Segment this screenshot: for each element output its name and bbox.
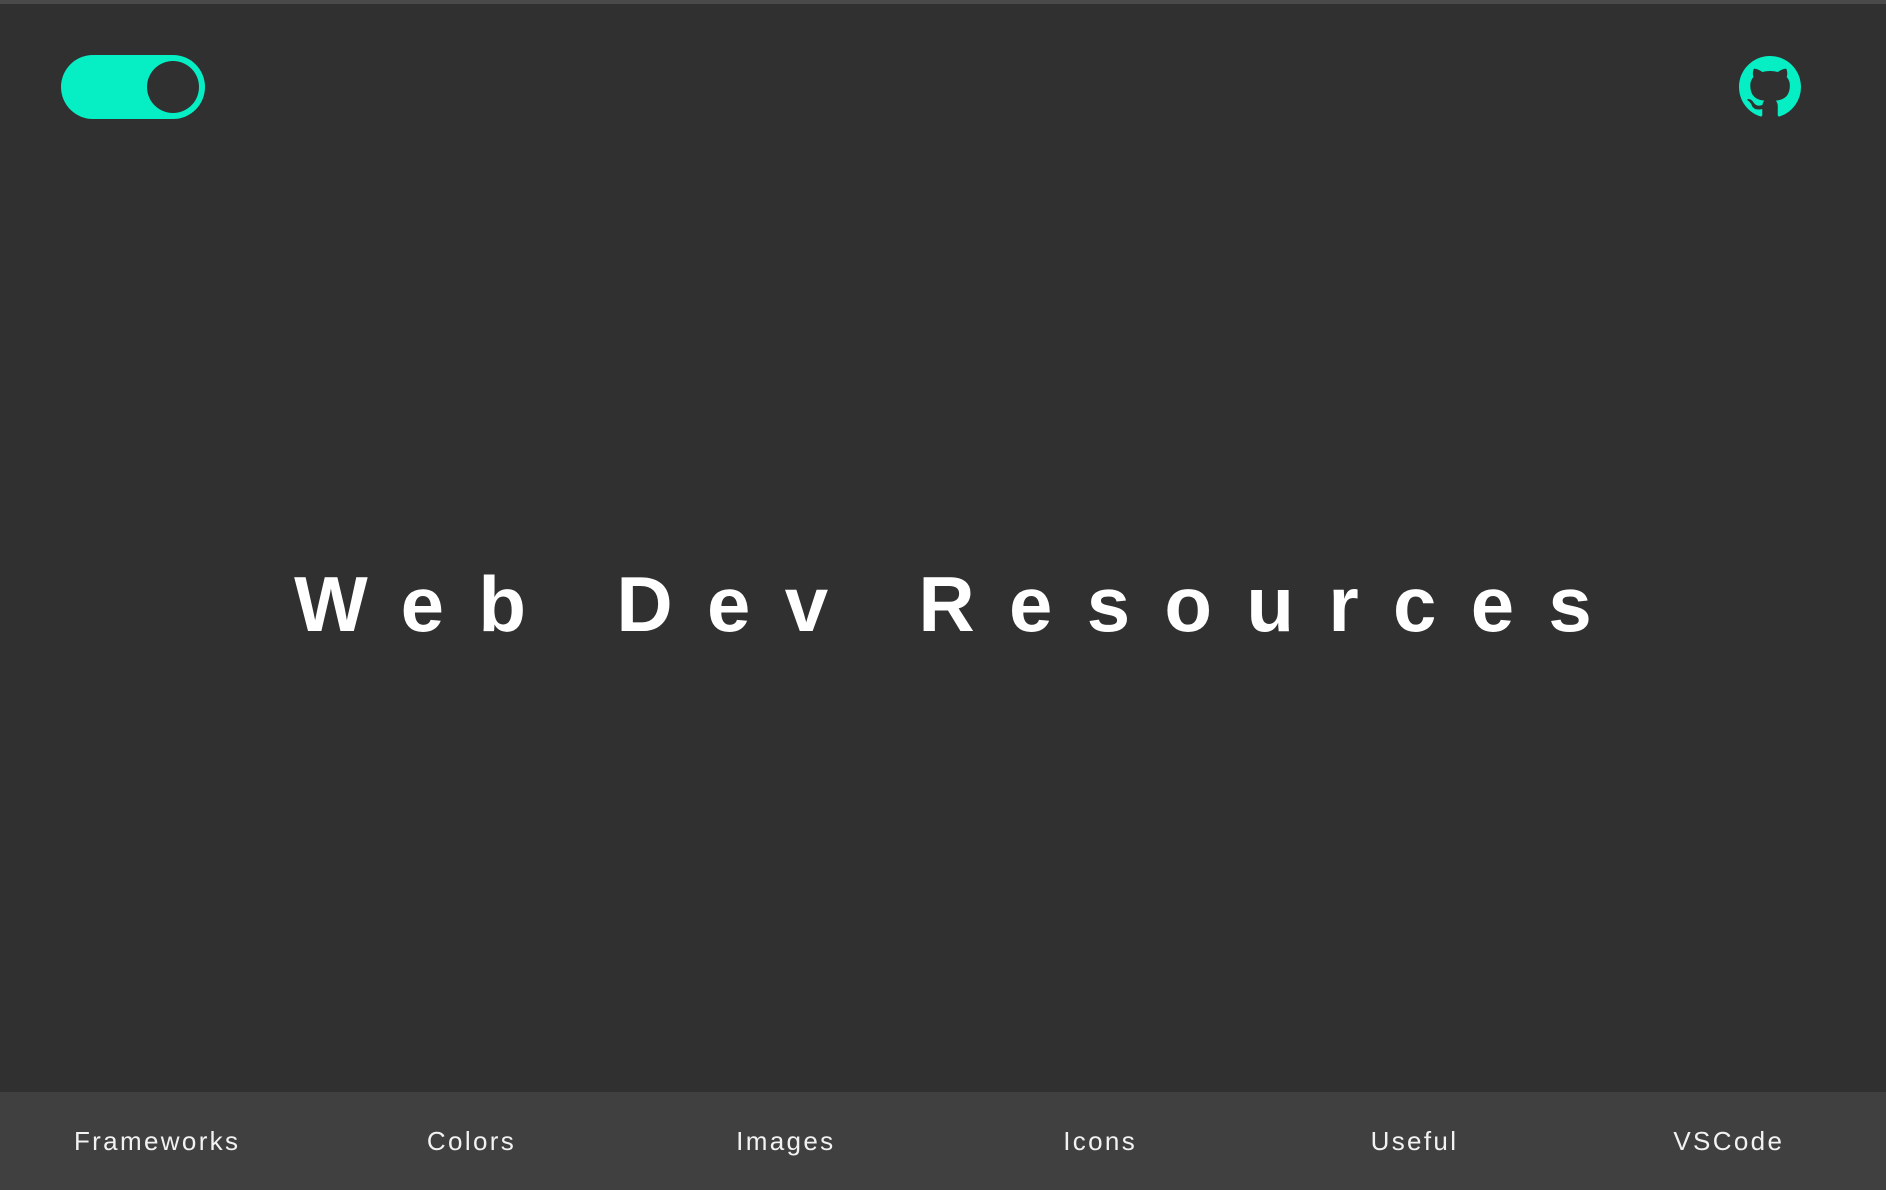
- github-icon: [1739, 56, 1801, 117]
- theme-toggle[interactable]: [61, 55, 205, 119]
- github-link[interactable]: [1739, 56, 1801, 118]
- nav-item-frameworks[interactable]: Frameworks: [0, 1126, 314, 1157]
- toggle-knob: [147, 61, 199, 113]
- nav-item-useful[interactable]: Useful: [1257, 1126, 1571, 1157]
- bottom-nav: Frameworks Colors Images Icons Useful VS…: [0, 1092, 1886, 1190]
- nav-item-icons[interactable]: Icons: [943, 1126, 1257, 1157]
- top-border: [0, 0, 1886, 4]
- nav-item-images[interactable]: Images: [629, 1126, 943, 1157]
- nav-item-colors[interactable]: Colors: [314, 1126, 628, 1157]
- page-title: Web Dev Resources: [294, 560, 1627, 648]
- nav-item-vscode[interactable]: VSCode: [1572, 1126, 1886, 1157]
